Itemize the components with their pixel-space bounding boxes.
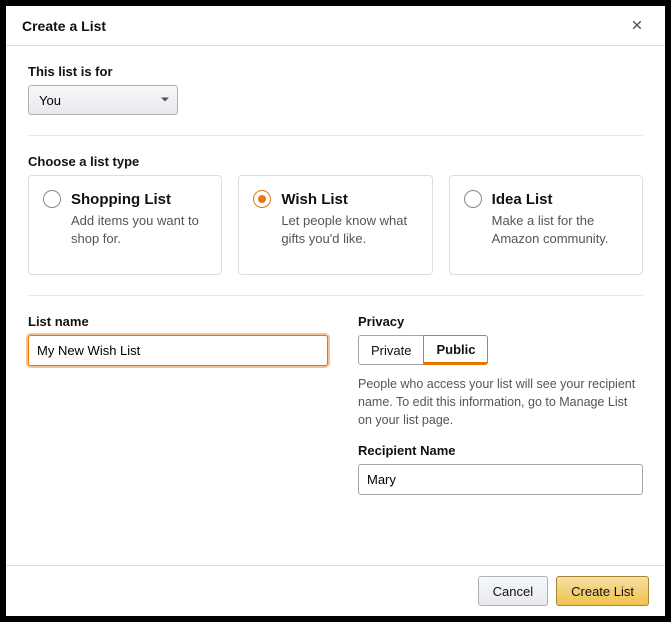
recipient-input[interactable] (358, 464, 643, 495)
list-for-label: This list is for (28, 64, 643, 79)
close-icon (631, 18, 643, 34)
privacy-tabs: Private Public (358, 335, 643, 365)
dialog-title: Create a List (22, 18, 625, 34)
dialog-header: Create a List (6, 6, 665, 46)
list-name-input[interactable] (28, 335, 328, 366)
dialog-footer: Cancel Create List (6, 565, 665, 616)
list-type-idea[interactable]: Idea List Make a list for the Amazon com… (449, 175, 643, 275)
radio-icon (253, 190, 271, 208)
recipient-label: Recipient Name (358, 443, 643, 458)
privacy-col: Privacy Private Public People who access… (358, 314, 643, 495)
privacy-note: People who access your list will see you… (358, 375, 643, 429)
radio-icon (464, 190, 482, 208)
privacy-public-tab[interactable]: Public (423, 335, 488, 365)
list-type-title: Wish List (281, 191, 348, 208)
name-privacy-row: List name Privacy Private Public People … (28, 314, 643, 495)
list-type-desc: Make a list for the Amazon community. (492, 212, 628, 247)
radio-icon (43, 190, 61, 208)
recipient-wrap: Recipient Name (358, 443, 643, 495)
list-type-desc: Let people know what gifts you'd like. (281, 212, 417, 247)
list-type-row: Shopping List Add items you want to shop… (28, 175, 643, 275)
list-for-select[interactable]: You (28, 85, 178, 115)
create-list-button[interactable]: Create List (556, 576, 649, 606)
list-name-col: List name (28, 314, 328, 366)
list-name-label: List name (28, 314, 328, 329)
privacy-label: Privacy (358, 314, 643, 329)
list-type-title: Shopping List (71, 191, 171, 208)
list-type-title: Idea List (492, 191, 553, 208)
divider (28, 295, 643, 296)
dialog-body: This list is for You Choose a list type … (6, 46, 665, 565)
list-type-desc: Add items you want to shop for. (71, 212, 207, 247)
close-button[interactable] (625, 14, 649, 38)
list-type-label: Choose a list type (28, 154, 643, 169)
list-type-wish[interactable]: Wish List Let people know what gifts you… (238, 175, 432, 275)
privacy-private-tab[interactable]: Private (358, 335, 424, 365)
list-for-select-wrap: You (28, 85, 178, 115)
list-type-shopping[interactable]: Shopping List Add items you want to shop… (28, 175, 222, 275)
divider (28, 135, 643, 136)
create-list-dialog: Create a List This list is for You Choos… (6, 6, 665, 616)
cancel-button[interactable]: Cancel (478, 576, 548, 606)
